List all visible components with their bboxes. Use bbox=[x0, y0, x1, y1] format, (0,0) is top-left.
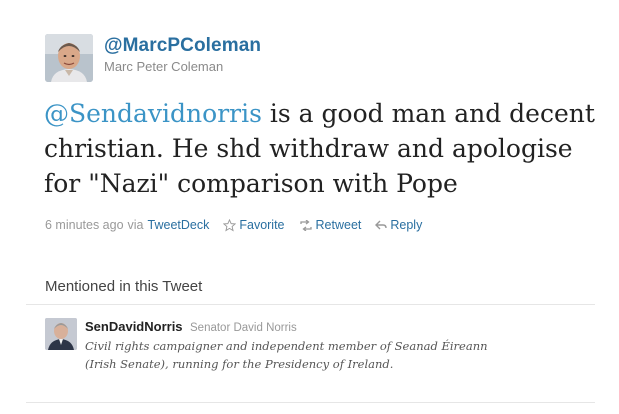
mentioned-user-avatar[interactable] bbox=[45, 318, 77, 350]
mentioned-user-name: Senator David Norris bbox=[190, 322, 297, 334]
tweet-text: @Sendavidnorris is a good man and decent… bbox=[44, 96, 604, 201]
reply-button[interactable]: Reply bbox=[375, 218, 422, 232]
retweet-icon bbox=[299, 219, 312, 231]
retweet-button[interactable]: Retweet bbox=[299, 218, 362, 232]
author-handle-link[interactable]: @MarcPColeman bbox=[104, 35, 261, 57]
author-full-name: Marc Peter Coleman bbox=[104, 59, 224, 74]
bottom-divider bbox=[26, 402, 595, 403]
tweet-timestamp[interactable]: 6 minutes ago bbox=[45, 218, 124, 232]
mentioned-user-header: SenDavidNorris Senator David Norris bbox=[85, 318, 297, 336]
via-label: via bbox=[127, 218, 144, 232]
tweet-meta: 6 minutes ago via TweetDeck Favorite Ret… bbox=[45, 218, 422, 232]
mentioned-user-handle[interactable]: SenDavidNorris bbox=[85, 319, 183, 334]
mentioned-section-title: Mentioned in this Tweet bbox=[45, 278, 203, 295]
favorite-button[interactable]: Favorite bbox=[223, 218, 285, 232]
tweet-mention-link[interactable]: @Sendavidnorris bbox=[44, 99, 262, 128]
reply-label: Reply bbox=[390, 218, 423, 232]
star-icon bbox=[223, 218, 237, 231]
retweet-label: Retweet bbox=[315, 218, 362, 232]
reply-icon bbox=[375, 220, 388, 230]
author-avatar[interactable] bbox=[45, 34, 93, 82]
author-avatar-image bbox=[45, 34, 93, 82]
mentioned-user-avatar-image bbox=[45, 318, 77, 350]
mentioned-user-bio: Civil rights campaigner and independent … bbox=[85, 339, 488, 371]
section-divider bbox=[26, 304, 595, 305]
favorite-label: Favorite bbox=[239, 218, 285, 232]
source-link[interactable]: TweetDeck bbox=[148, 218, 210, 232]
